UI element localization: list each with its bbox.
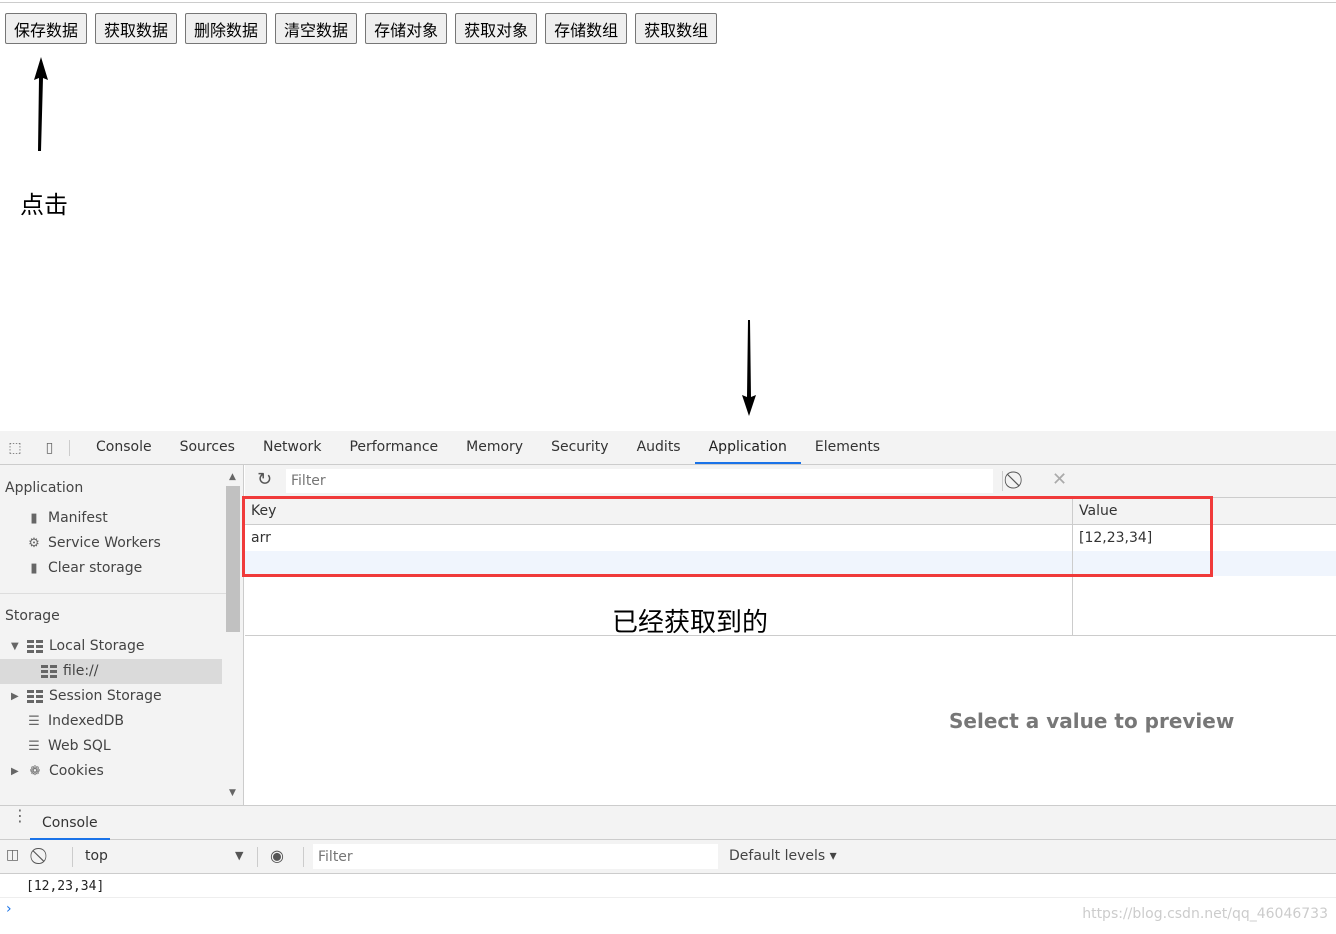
tab-console[interactable]: Console: [82, 431, 166, 464]
preview-placeholder: Select a value to preview: [949, 709, 1235, 733]
device-toolbar-icon[interactable]: ▯: [30, 439, 70, 456]
cookie-icon: ❁: [29, 763, 41, 779]
tab-network[interactable]: Network: [249, 431, 335, 464]
console-output-line: [12,23,34]: [0, 875, 1336, 898]
tab-performance[interactable]: Performance: [335, 431, 452, 464]
divider: [72, 847, 73, 867]
database-icon: ☰: [28, 738, 40, 754]
sidebar-item-file-origin[interactable]: file://: [0, 659, 222, 684]
storage-grid-icon: [41, 665, 57, 678]
console-toolbar: ◫ ⃠ top ▼ ◉ Default levels ▾: [0, 840, 1336, 874]
eye-icon[interactable]: ◉: [270, 846, 284, 865]
tab-sources[interactable]: Sources: [166, 431, 249, 464]
expanded-triangle-icon[interactable]: ▼: [11, 634, 21, 659]
tab-memory[interactable]: Memory: [452, 431, 537, 464]
sidebar-toggle-icon[interactable]: ◫: [6, 847, 19, 863]
storage-toolbar: ↻ ⃠ ✕: [245, 465, 1336, 498]
log-levels-select[interactable]: Default levels ▾: [729, 848, 837, 864]
application-header: Application: [5, 480, 84, 496]
delete-selected-icon[interactable]: ✕: [1052, 469, 1067, 490]
console-prompt[interactable]: ›: [6, 901, 12, 917]
storage-grid-icon: [27, 640, 43, 653]
divider: [257, 847, 258, 867]
storage-grid-icon: [27, 690, 43, 703]
storage-filter-input[interactable]: [286, 469, 993, 493]
scroll-up-icon[interactable]: ▲: [229, 472, 236, 482]
gear-icon: ⚙: [28, 535, 40, 551]
drawer-tabbar: ⋮ Console: [0, 805, 1336, 840]
got-annotation: 已经获取到的: [612, 608, 769, 638]
click-annotation: 点击: [20, 191, 68, 219]
tab-elements[interactable]: Elements: [801, 431, 894, 464]
context-select[interactable]: top: [85, 848, 108, 864]
sidebar-item-session-storage[interactable]: ▶ Session Storage: [11, 684, 162, 709]
sidebar-item-clear-storage[interactable]: ▮ Clear storage: [26, 556, 142, 581]
database-icon: ☰: [28, 713, 40, 729]
file-icon: ▮: [30, 510, 38, 526]
arrow-down-icon: [742, 320, 756, 416]
inspect-element-icon[interactable]: ⬚: [0, 440, 30, 456]
toolbar-divider: [1002, 471, 1003, 491]
sidebar-item-service-workers[interactable]: ⚙ Service Workers: [26, 531, 161, 556]
highlight-box: [242, 496, 1213, 577]
collapsed-triangle-icon[interactable]: ▶: [11, 684, 21, 709]
application-sidebar: Application ▮ Manifest ⚙ Service Workers ▮…: [0, 465, 244, 805]
sidebar-item-websql[interactable]: ☰ Web SQL: [26, 734, 111, 759]
sidebar-divider: [0, 593, 226, 594]
refresh-icon[interactable]: ↻: [257, 469, 272, 490]
arrow-up-icon: [34, 57, 48, 151]
dropdown-arrow-icon[interactable]: ▼: [235, 849, 243, 862]
divider: [303, 847, 304, 867]
tab-audits[interactable]: Audits: [623, 431, 695, 464]
sidebar-item-cookies[interactable]: ▶ ❁ Cookies: [11, 759, 104, 784]
more-menu-icon[interactable]: ⋮: [12, 808, 28, 824]
sidebar-scrollbar[interactable]: [226, 486, 240, 632]
tab-security[interactable]: Security: [537, 431, 623, 464]
sidebar-item-indexeddb[interactable]: ☰ IndexedDB: [26, 709, 124, 734]
collapsed-triangle-icon[interactable]: ▶: [11, 759, 21, 784]
drawer-tab-console[interactable]: Console: [30, 806, 110, 840]
sidebar-item-manifest[interactable]: ▮ Manifest: [26, 506, 107, 531]
sidebar-item-local-storage[interactable]: ▼ Local Storage: [11, 634, 145, 659]
tab-application[interactable]: Application: [694, 431, 801, 464]
devtools-tabbar: ⬚ ▯ Console Sources Network Performance …: [0, 431, 1336, 465]
trash-icon: ▮: [30, 560, 38, 576]
console-filter-input[interactable]: [313, 844, 718, 869]
watermark: https://blog.csdn.net/qq_46046733: [1082, 906, 1328, 922]
scroll-down-icon[interactable]: ▼: [229, 788, 236, 798]
storage-header: Storage: [5, 608, 60, 624]
